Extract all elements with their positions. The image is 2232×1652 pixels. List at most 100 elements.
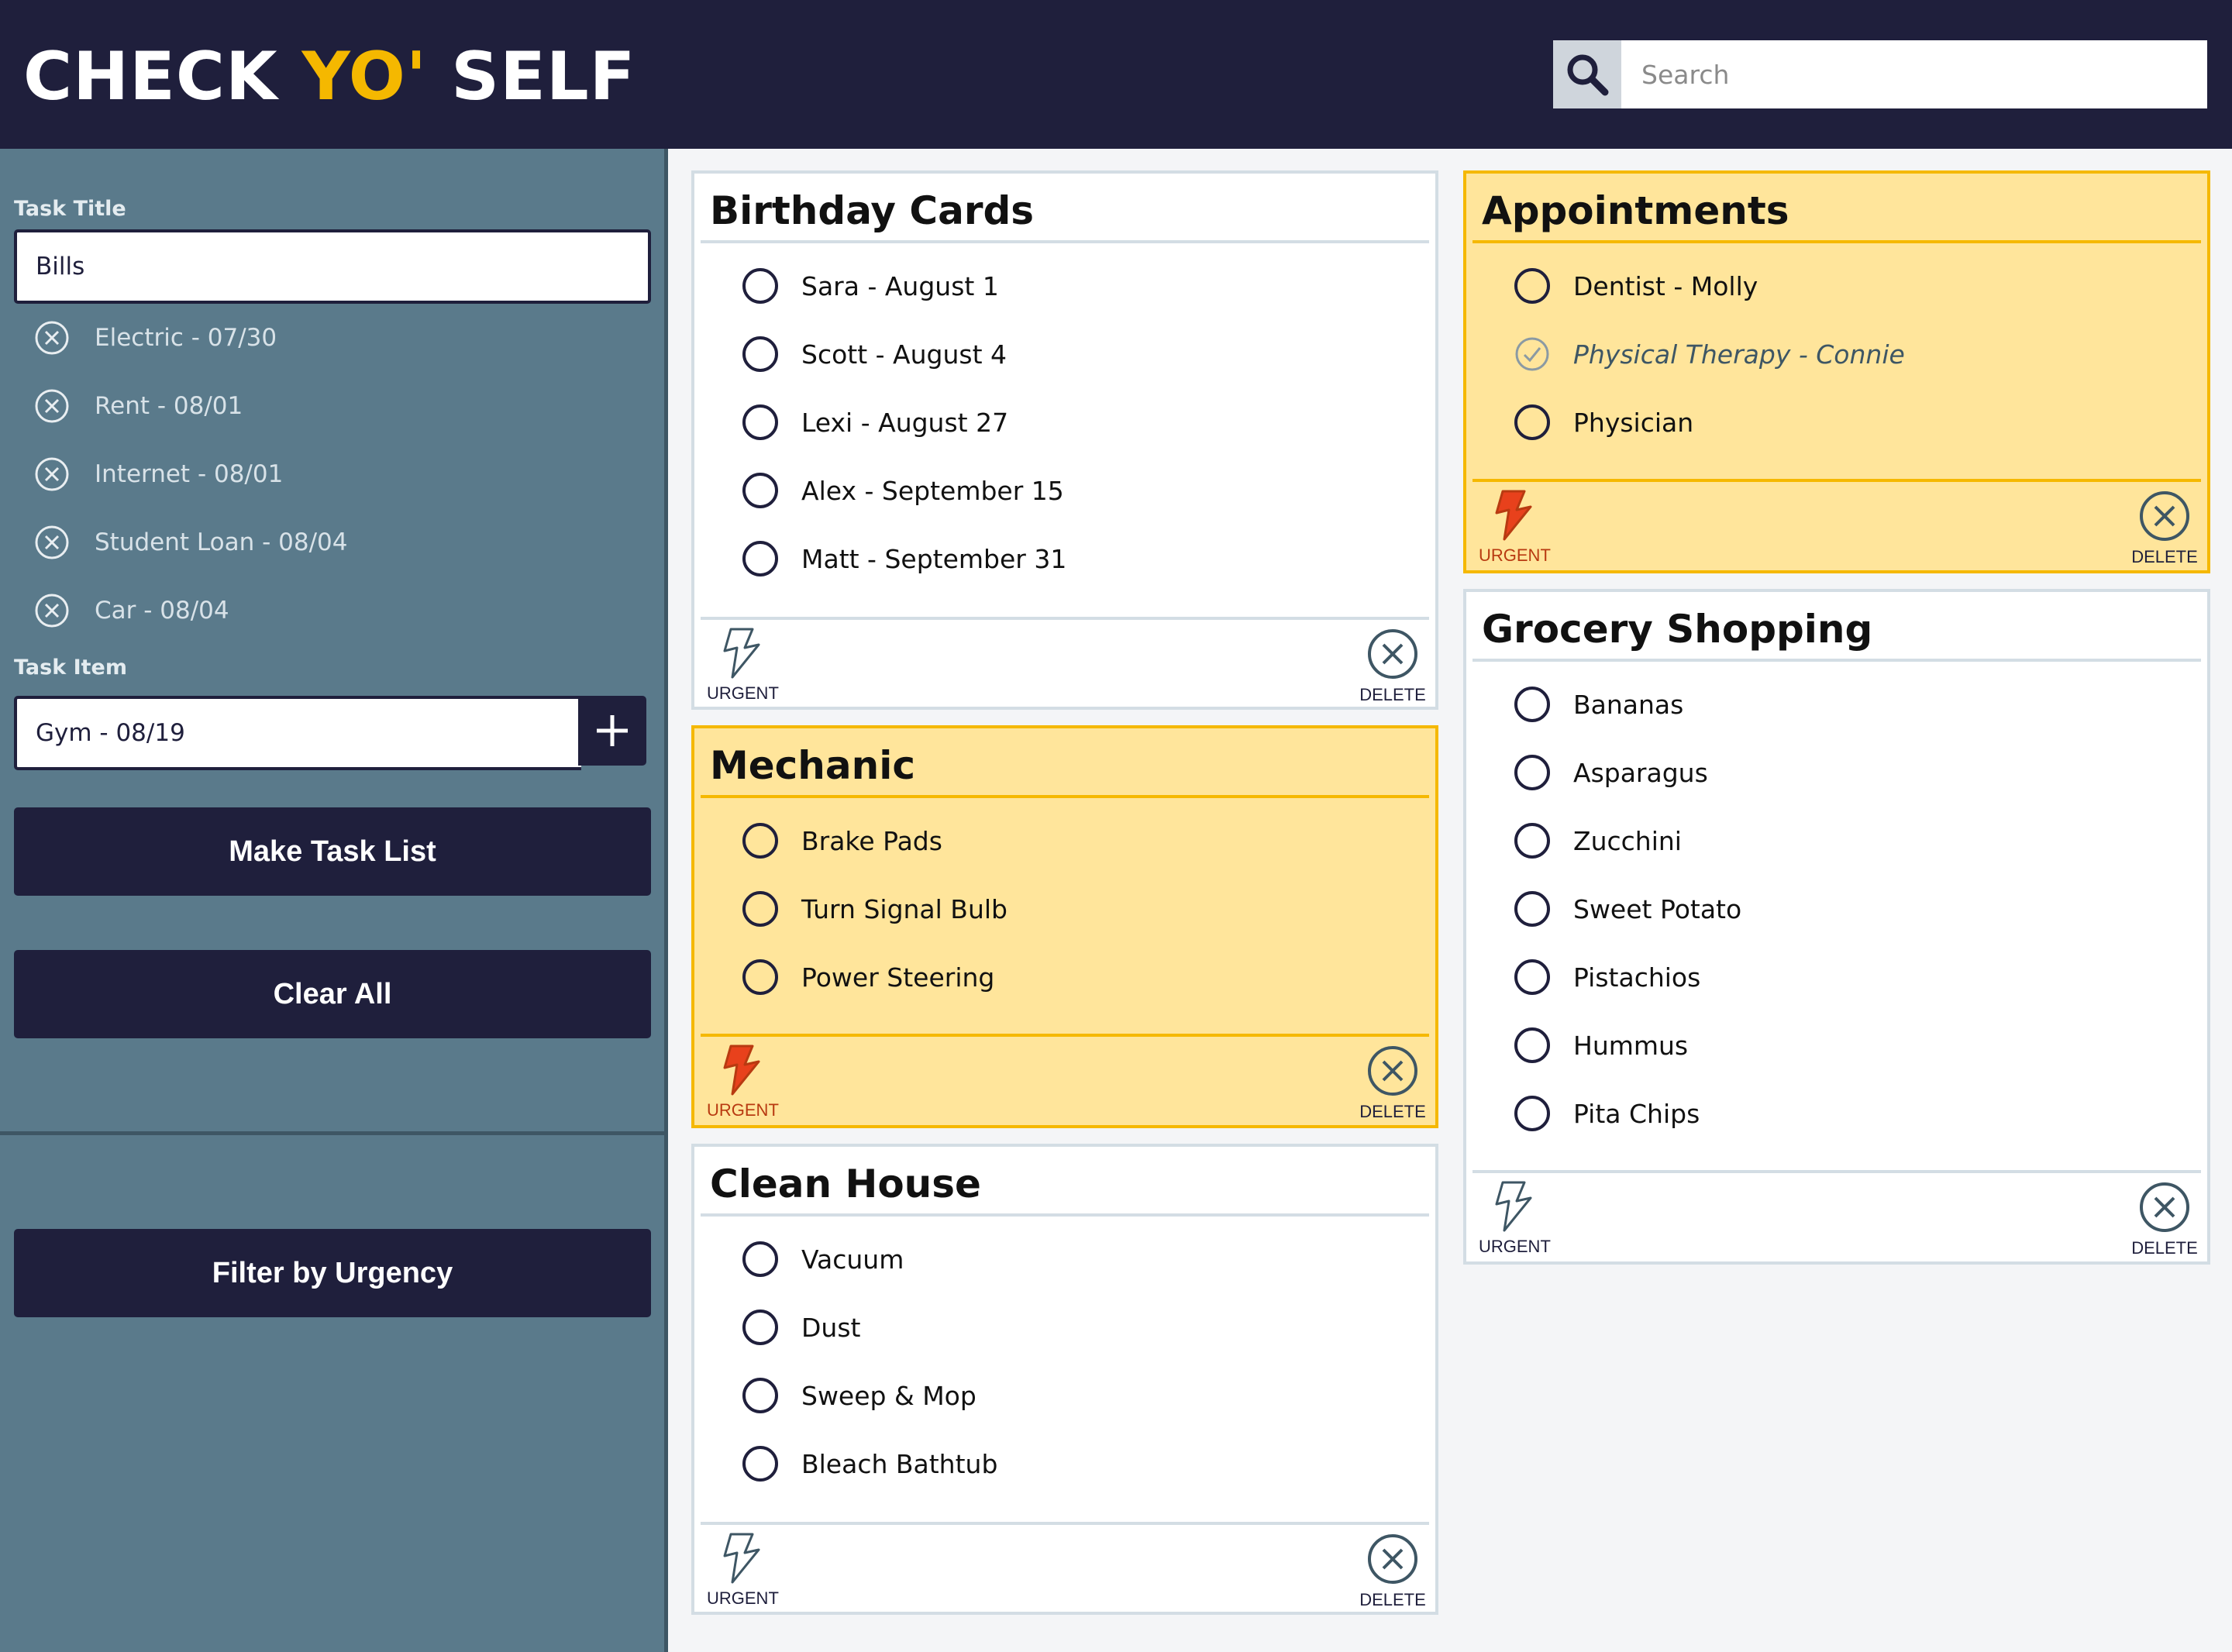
task-item: Power Steering xyxy=(742,952,994,1003)
lightning-bolt-icon xyxy=(723,1045,760,1096)
checkbox-circle-icon[interactable] xyxy=(742,268,778,304)
plus-icon xyxy=(597,715,628,746)
checkbox-circle-icon[interactable] xyxy=(1514,823,1550,859)
task-item-label: Matt - September 31 xyxy=(801,543,1067,574)
delete-button[interactable]: DELETE xyxy=(1358,628,1428,705)
checkbox-circle-icon[interactable] xyxy=(742,541,778,576)
task-item: Zucchini xyxy=(1514,815,1682,866)
add-item-button[interactable] xyxy=(578,696,646,766)
checkbox-circle-icon[interactable] xyxy=(742,473,778,508)
remove-item-icon[interactable] xyxy=(34,320,70,356)
task-card: Mechanic Brake Pads Turn Signal Bulb Power … xyxy=(691,725,1438,1128)
task-item: Physician xyxy=(1514,397,1693,448)
task-card: Clean House Vacuum Dust Sweep & Mop Bleach B… xyxy=(691,1144,1438,1615)
delete-label: DELETE xyxy=(1359,1102,1426,1121)
brand-text-yo: YO' xyxy=(301,38,428,115)
delete-icon xyxy=(1368,1534,1417,1584)
sidebar: Task Title Electric - 07/30 Rent - 08/01 I… xyxy=(0,149,668,1652)
task-item: Brake Pads xyxy=(742,815,942,866)
remove-item-icon[interactable] xyxy=(34,525,70,560)
checkbox-circle-icon[interactable] xyxy=(742,1446,778,1482)
checkbox-circle-icon[interactable] xyxy=(742,336,778,372)
app-logo: CHECK YO' SELF xyxy=(23,34,636,119)
search-button[interactable] xyxy=(1553,40,1621,108)
delete-button[interactable]: DELETE xyxy=(2130,490,2199,567)
remove-item-icon[interactable] xyxy=(34,456,70,492)
delete-icon xyxy=(1368,629,1417,679)
task-item: Pita Chips xyxy=(1514,1088,1700,1139)
pending-item-label: Student Loan - 08/04 xyxy=(95,528,348,556)
checkbox-circle-icon[interactable] xyxy=(1514,404,1550,440)
task-item-label: Dust xyxy=(801,1312,861,1343)
urgent-button[interactable]: URGENT xyxy=(1479,490,1551,566)
remove-item-icon[interactable] xyxy=(34,593,70,628)
task-card: Grocery Shopping Bananas Asparagus Zucchini… xyxy=(1463,589,2210,1265)
brand-text-check: CHECK xyxy=(23,38,302,115)
delete-label: DELETE xyxy=(2131,547,2198,566)
task-item-label: Power Steering xyxy=(801,962,995,993)
checkbox-circle-icon[interactable] xyxy=(1514,1027,1550,1063)
task-title-input[interactable] xyxy=(14,229,651,304)
task-item-label: Alex - September 15 xyxy=(801,475,1064,506)
checkbox-circle-icon[interactable] xyxy=(742,959,778,995)
delete-icon xyxy=(2140,1182,2189,1232)
pending-item-label: Electric - 07/30 xyxy=(95,324,277,352)
checkbox-circle-icon[interactable] xyxy=(1514,891,1550,927)
task-item-input[interactable] xyxy=(14,696,581,770)
checkbox-circle-icon[interactable] xyxy=(1514,959,1550,995)
card-title: Birthday Cards xyxy=(710,188,1035,233)
urgent-label: URGENT xyxy=(707,1588,779,1608)
urgent-button[interactable]: URGENT xyxy=(707,1045,779,1120)
make-task-list-button[interactable]: Make Task List xyxy=(14,807,651,896)
checkbox-circle-icon[interactable] xyxy=(742,1310,778,1345)
clear-all-button[interactable]: Clear All xyxy=(14,950,651,1038)
urgent-button[interactable]: URGENT xyxy=(1479,1181,1551,1257)
checkbox-circle-icon[interactable] xyxy=(1514,755,1550,790)
checked-circle-icon[interactable] xyxy=(1514,336,1550,372)
remove-item-icon[interactable] xyxy=(34,388,70,424)
task-item: Matt - September 31 xyxy=(742,533,1066,584)
card-divider xyxy=(1472,659,2201,662)
task-item: Sweet Potato xyxy=(1514,883,1741,934)
urgent-label: URGENT xyxy=(1479,1237,1551,1256)
checkbox-circle-icon[interactable] xyxy=(742,404,778,440)
card-title: Clean House xyxy=(710,1162,981,1206)
task-item-label: Lexi - August 27 xyxy=(801,407,1009,438)
checkbox-circle-icon[interactable] xyxy=(742,1378,778,1413)
delete-button[interactable]: DELETE xyxy=(1358,1045,1428,1122)
brand-text-self: SELF xyxy=(427,38,636,115)
checkbox-circle-icon[interactable] xyxy=(742,1241,778,1277)
checkbox-circle-icon[interactable] xyxy=(1514,268,1550,304)
checkbox-circle-icon[interactable] xyxy=(742,891,778,927)
search-input[interactable] xyxy=(1621,40,2207,108)
card-divider xyxy=(701,795,1429,798)
task-card: Birthday Cards Sara - August 1 Scott - Aug… xyxy=(691,170,1438,710)
delete-icon xyxy=(2140,491,2189,541)
task-item: Dust xyxy=(742,1302,860,1353)
task-item-label: Pita Chips xyxy=(1573,1098,1700,1129)
card-footer-divider xyxy=(701,1522,1429,1525)
task-item-label: Brake Pads xyxy=(801,825,942,856)
filter-by-urgency-button[interactable]: Filter by Urgency xyxy=(14,1229,651,1317)
urgent-button[interactable]: URGENT xyxy=(707,1533,779,1609)
delete-button[interactable]: DELETE xyxy=(1358,1533,1428,1610)
lightning-bolt-icon xyxy=(723,628,760,679)
urgent-label: URGENT xyxy=(707,683,779,703)
task-item-label: Asparagus xyxy=(1573,757,1708,788)
pending-item: Car - 08/04 xyxy=(34,587,229,634)
task-item-label: Task Item xyxy=(14,656,127,680)
delete-label: DELETE xyxy=(1359,1590,1426,1609)
urgent-button[interactable]: URGENT xyxy=(707,628,779,704)
task-item-label: Sweet Potato xyxy=(1573,893,1742,924)
checkbox-circle-icon[interactable] xyxy=(742,823,778,859)
pending-item: Electric - 07/30 xyxy=(34,315,277,361)
lightning-bolt-icon xyxy=(1495,1181,1532,1232)
checkbox-circle-icon[interactable] xyxy=(1514,687,1550,722)
pending-item: Student Loan - 08/04 xyxy=(34,519,347,566)
task-item: Turn Signal Bulb xyxy=(742,883,1008,934)
task-item-label: Pistachios xyxy=(1573,962,1701,993)
app-header: CHECK YO' SELF xyxy=(0,0,2232,149)
delete-button[interactable]: DELETE xyxy=(2130,1181,2199,1258)
checkbox-circle-icon[interactable] xyxy=(1514,1096,1550,1131)
card-footer-divider xyxy=(1472,479,2201,482)
